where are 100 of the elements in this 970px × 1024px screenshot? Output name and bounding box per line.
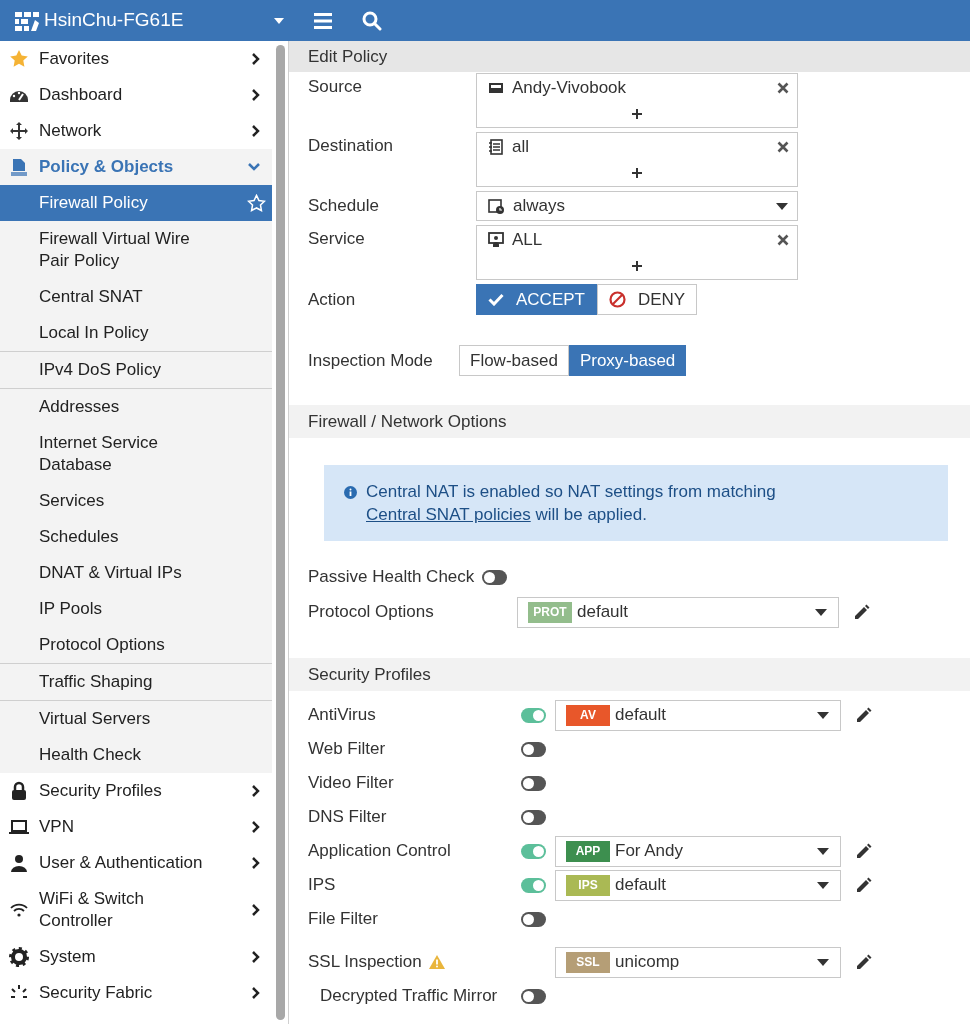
chevron-right-icon	[252, 125, 260, 137]
toggle-switch[interactable]	[521, 707, 546, 723]
field-label: Service	[308, 228, 366, 250]
sidebar-item[interactable]: Policy & Objects	[0, 149, 272, 185]
sidebar-subitem[interactable]: Firewall Policy	[0, 185, 272, 221]
move-arrows-icon	[9, 121, 29, 141]
toggle-switch[interactable]	[521, 775, 546, 791]
chevron-right-icon	[252, 53, 260, 65]
action-toggle[interactable]: DENY	[596, 284, 698, 315]
sidebar-subitem[interactable]: Traffic Shaping	[0, 664, 272, 700]
star-outline-icon[interactable]	[247, 193, 266, 213]
action-toggle[interactable]: ACCEPT	[476, 284, 597, 315]
device-name: HsinChu-FG61E	[44, 8, 185, 33]
profile-badge: PROT	[528, 601, 572, 623]
add-icon[interactable]	[632, 261, 642, 271]
sidebar-subitem[interactable]: Virtual Servers	[0, 701, 272, 737]
remove-icon[interactable]	[777, 140, 789, 153]
sidebar-item-label: Security Fabric	[39, 982, 154, 1004]
field-label: SSL Inspection	[308, 951, 422, 974]
panel-title: Edit Policy	[289, 41, 970, 72]
search-icon[interactable]	[362, 10, 382, 31]
monitor-user-icon	[488, 231, 504, 248]
field-label: Destination	[308, 135, 395, 157]
sidebar-subitem[interactable]: Internet Service Database	[0, 425, 272, 483]
sidebar-subitem[interactable]: Local In Policy	[0, 315, 272, 351]
add-icon[interactable]	[632, 109, 642, 119]
toggle-switch[interactable]	[521, 988, 546, 1004]
section-header: Firewall / Network Options	[289, 405, 970, 438]
toggle-switch[interactable]	[482, 569, 508, 585]
address-list-field[interactable]: all	[476, 132, 798, 187]
add-icon[interactable]	[632, 168, 642, 178]
sidebar-subitem[interactable]: Addresses	[0, 389, 272, 425]
address-entry: all	[512, 135, 530, 158]
sidebar-item-label: WiFi & Switch Controller	[39, 888, 145, 932]
remove-icon[interactable]	[777, 233, 789, 246]
remove-icon[interactable]	[777, 81, 789, 94]
field-label: IPS	[308, 874, 337, 897]
field-label: File Filter	[308, 908, 379, 931]
scrollbar-thumb[interactable]	[276, 45, 285, 1020]
field-label: DNS Filter	[308, 806, 388, 829]
sidebar-item-label: System	[39, 946, 97, 968]
schedule-dropdown[interactable]: always	[476, 191, 798, 221]
pencil-icon[interactable]	[855, 876, 872, 894]
sidebar-item-label: Favorites	[39, 48, 110, 70]
sidebar-item-label: VPN	[39, 816, 75, 838]
logo-icon	[15, 10, 39, 31]
dropdown-caret-icon	[817, 958, 829, 966]
address-book-icon	[488, 138, 504, 155]
sidebar-item-label: Network	[39, 120, 103, 142]
toggle-switch[interactable]	[521, 809, 546, 825]
toggle-switch[interactable]	[521, 911, 546, 927]
sidebar-subitem[interactable]: IP Pools	[0, 591, 272, 627]
profile-dropdown[interactable]: AV default	[555, 699, 841, 731]
caret-icon[interactable]	[274, 17, 284, 24]
profile-dropdown[interactable]: APP For Andy	[555, 835, 841, 867]
address-entry: Andy-Vivobook	[512, 76, 628, 99]
lock-icon	[9, 781, 29, 801]
sidebar-subitem[interactable]: Central SNAT	[0, 279, 272, 315]
profile-badge: APP	[566, 840, 610, 862]
sidebar-subitem[interactable]: Firewall Virtual Wire Pair Policy	[0, 221, 272, 279]
mode-toggle[interactable]: Proxy-based	[568, 345, 687, 376]
toggle-switch[interactable]	[521, 741, 546, 757]
field-label: Inspection Mode	[308, 349, 434, 372]
sidebar-subitem[interactable]: Services	[0, 483, 272, 519]
sidebar-subitem[interactable]: IPv4 DoS Policy	[0, 352, 272, 388]
sidebar-item-label: Security Profiles	[39, 780, 163, 802]
pencil-icon[interactable]	[855, 953, 872, 971]
address-list-field[interactable]: ALL	[476, 225, 798, 280]
sidebar-item-label: Dashboard	[39, 84, 124, 106]
profile-badge: IPS	[566, 874, 610, 896]
pencil-icon[interactable]	[853, 603, 870, 621]
chevron-down-icon	[248, 163, 260, 171]
sidebar-subitem[interactable]: Health Check	[0, 737, 272, 773]
sidebar-subitem[interactable]: Protocol Options	[0, 627, 272, 663]
dropdown-caret-icon	[815, 608, 827, 616]
info-message: Central NAT is enabled so NAT settings from matching Central SNAT policies will be applied.	[366, 481, 777, 526]
toggle-switch[interactable]	[521, 877, 546, 893]
field-label: Action	[308, 288, 357, 311]
sidebar-subitem[interactable]: Schedules	[0, 519, 272, 555]
user-icon	[9, 853, 29, 873]
field-label: Web Filter	[308, 738, 387, 761]
toggle-switch[interactable]	[521, 843, 546, 859]
star-icon	[9, 49, 29, 69]
profile-dropdown[interactable]: IPS default	[555, 869, 841, 901]
mode-toggle[interactable]: Flow-based	[459, 345, 569, 376]
prohibited-icon	[608, 291, 626, 308]
field-label: Decrypted Traffic Mirror	[320, 985, 499, 1008]
sidebar-item-label: Policy & Objects	[39, 156, 175, 178]
menu-icon[interactable]	[314, 12, 332, 29]
field-label: Passive Health Check	[308, 566, 475, 589]
profile-dropdown[interactable]: PROT default	[517, 596, 839, 628]
address-list-field[interactable]: Andy-Vivobook	[476, 73, 798, 128]
pencil-icon[interactable]	[855, 842, 872, 860]
pencil-icon[interactable]	[855, 706, 872, 724]
sidebar-subitem[interactable]: DNAT & Virtual IPs	[0, 555, 272, 591]
chevron-right-icon	[252, 821, 260, 833]
dropdown-caret-icon	[817, 847, 829, 855]
profile-dropdown[interactable]: SSL unicomp	[555, 946, 841, 978]
policies-link[interactable]: Central SNAT policies	[366, 505, 531, 524]
field-label: Video Filter	[308, 772, 395, 795]
